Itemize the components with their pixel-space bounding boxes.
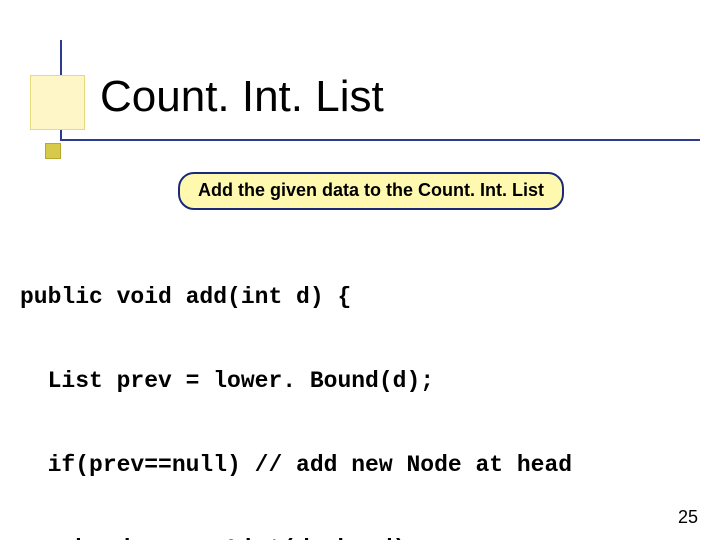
slide: Count. Int. List Add the given data to t… <box>0 0 720 540</box>
code-line: head = new List(d, head); <box>20 535 700 540</box>
code-line: public void add(int d) { <box>20 283 700 311</box>
code-line: List prev = lower. Bound(d); <box>20 367 700 395</box>
code-block: public void add(int d) { List prev = low… <box>20 227 700 540</box>
header-accent-small-square <box>45 143 61 159</box>
header-horizontal-rule <box>60 139 700 141</box>
annotation-callout: Add the given data to the Count. Int. Li… <box>178 172 564 210</box>
code-line: if(prev==null) // add new Node at head <box>20 451 700 479</box>
header-accent-big-square <box>30 75 85 130</box>
page-number: 25 <box>678 507 698 528</box>
page-title: Count. Int. List <box>100 72 384 122</box>
